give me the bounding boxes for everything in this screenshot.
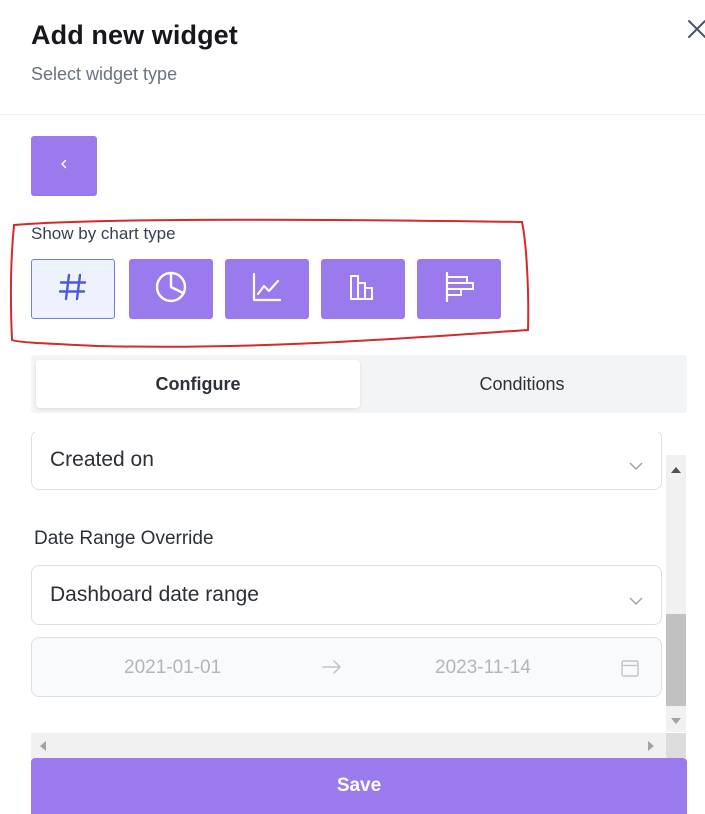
range-end-date[interactable]: 2023-11-14 — [435, 657, 531, 679]
scroll-right-arrow-icon[interactable] — [646, 739, 656, 758]
scroll-up-arrow-icon[interactable] — [669, 462, 683, 480]
tab-bar: Configure Conditions — [31, 355, 687, 413]
pie-chart-icon — [153, 269, 189, 310]
save-button[interactable]: Save — [31, 758, 687, 814]
scroll-down-arrow-icon[interactable] — [669, 713, 683, 731]
chevron-left-icon — [58, 157, 70, 175]
date-range-override-label: Date Range Override — [34, 528, 214, 549]
chart-type-line-button[interactable] — [225, 259, 309, 319]
chevron-down-icon — [629, 454, 643, 478]
horizontal-bar-chart-icon — [442, 270, 476, 309]
scroll-left-arrow-icon[interactable] — [38, 739, 48, 758]
line-chart-icon — [250, 270, 284, 309]
tab-conditions[interactable]: Conditions — [360, 360, 684, 408]
scrollbar-corner — [666, 733, 686, 758]
chevron-down-icon — [629, 589, 643, 613]
date-range-override-select[interactable]: Dashboard date range — [31, 565, 662, 625]
hash-icon — [56, 270, 90, 309]
date-range-override-value: Dashboard date range — [50, 583, 259, 606]
chart-type-number-button[interactable] — [31, 259, 115, 319]
modal-header: Add new widget Select widget type — [0, 0, 705, 115]
tab-configure[interactable]: Configure — [36, 360, 360, 408]
horizontal-scrollbar[interactable] — [31, 733, 666, 758]
date-field-select[interactable]: Created on — [31, 432, 662, 490]
back-button[interactable] — [31, 136, 97, 196]
date-range-picker[interactable]: 2021-01-01 2023-11-14 — [31, 637, 662, 697]
close-icon[interactable] — [684, 16, 705, 42]
vertical-scrollbar-thumb[interactable] — [666, 614, 686, 706]
modal-title: Add new widget — [31, 20, 238, 50]
form-scroll-area[interactable]: Created on Date Range Override Dashboard… — [0, 432, 705, 732]
bar-chart-icon — [346, 270, 380, 309]
modal-subtitle: Select widget type — [31, 64, 178, 84]
date-field-value: Created on — [50, 448, 154, 471]
arrow-right-icon — [322, 659, 342, 680]
chart-type-bar-button[interactable] — [321, 259, 405, 319]
calendar-icon[interactable] — [620, 658, 640, 683]
chart-type-label: Show by chart type — [31, 224, 176, 243]
chart-type-horizontal-bar-button[interactable] — [417, 259, 501, 319]
range-start-date[interactable]: 2021-01-01 — [124, 657, 221, 679]
chart-type-pie-button[interactable] — [129, 259, 213, 319]
